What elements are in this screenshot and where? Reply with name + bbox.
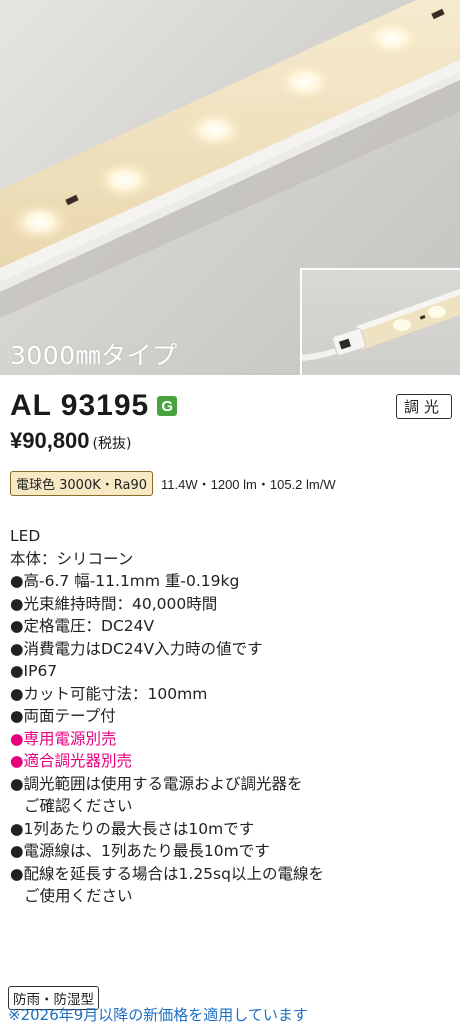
tax-note: (税抜) (92, 436, 132, 452)
list-item-continuation: ご確認ください (24, 797, 133, 815)
list-item: ●両面テープ付 (10, 707, 116, 725)
list-item: 本体：シリコーン (10, 549, 134, 568)
led-chip-1 (10, 202, 70, 242)
list-item-highlight: ●専用電源別売 (10, 729, 117, 748)
led-chip-4 (275, 62, 335, 102)
model-row: AL 93195 G (10, 388, 178, 424)
list-item-continuation: ご使用ください (24, 887, 133, 905)
list-item: ●電源線は、1列あたり最長10mです (10, 842, 270, 860)
color-temperature-badge: 電球色 3000K・Ra90 (10, 471, 153, 496)
g-badge-icon: G (157, 396, 178, 416)
price: ¥90,800 (税抜) (10, 428, 131, 454)
list-item: ●1列あたりの最大長さは10mです (10, 819, 255, 838)
length-caption: 3000㎜タイプ (10, 341, 178, 370)
led-chip-2 (95, 160, 155, 200)
spec-list: LED 本体：シリコーン ●高-6.7 幅-11.1mm 重-0.19kg ●光… (10, 525, 455, 908)
list-item: LED (10, 527, 41, 545)
list-item: ●光束維持時間：40,000時間 (10, 594, 218, 613)
led-chip-3 (185, 110, 245, 150)
list-item: ●IP67 (10, 662, 58, 680)
list-item-highlight: ●適合調光器別売 (10, 752, 133, 770)
model-number: AL 93195 (10, 389, 150, 422)
connector-inset-photo (300, 268, 460, 375)
led-chip-5 (362, 18, 422, 58)
dimming-badge: 調光 (395, 394, 452, 419)
product-photo: 3000㎜タイプ (0, 0, 460, 375)
power-spec: 11.4W・1200 lm・105.2 lm/W (161, 477, 336, 492)
list-item: ●配線を延長する場合は1.25sq以上の電線を (10, 864, 324, 883)
list-item: ●カット可能寸法：100mm (10, 684, 208, 703)
price-notice: ※2026年9月以降の新価格を適用しています (8, 1006, 308, 1024)
spec-row: 電球色 3000K・Ra90 11.4W・1200 lm・105.2 lm/W (10, 471, 336, 496)
list-item: ●定格電圧：DC24V (10, 617, 155, 635)
price-value: ¥90,800 (10, 428, 90, 453)
list-item: ●調光範囲は使用する電源および調光器を (10, 774, 303, 793)
list-item: ●消費電力はDC24V入力時の値です (10, 639, 263, 658)
list-item: ●高-6.7 幅-11.1mm 重-0.19kg (10, 572, 240, 590)
